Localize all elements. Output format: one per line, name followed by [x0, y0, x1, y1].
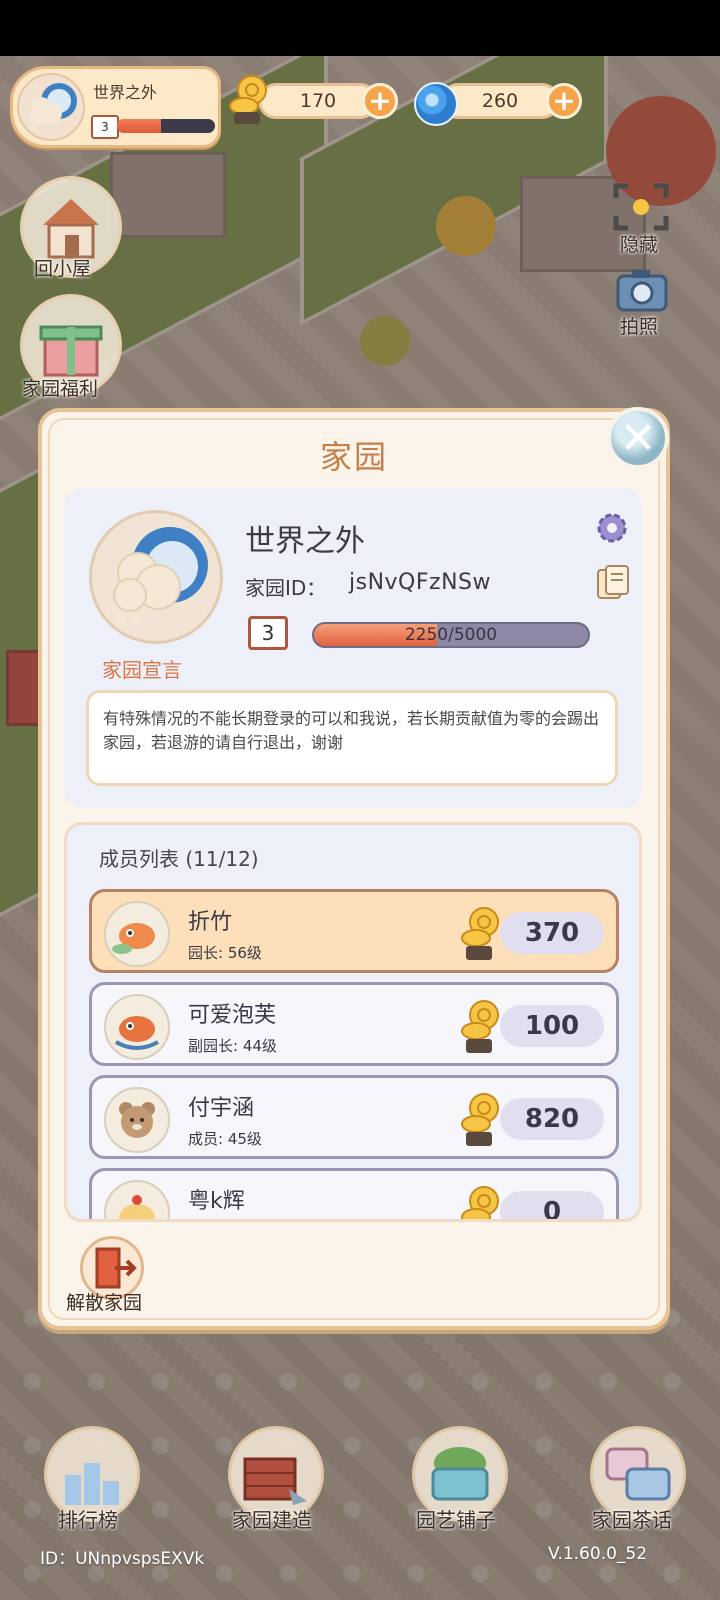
member-score-value: 100: [524, 1011, 580, 1041]
swirl-currency: 260: [440, 83, 560, 119]
hide-label: 隐藏: [620, 234, 659, 256]
photo-label: 拍照: [620, 316, 659, 338]
garden-id-value: jsNvQFzNSw: [349, 570, 491, 595]
member-score-value: 370: [524, 918, 580, 948]
member-row[interactable]: 折竹 园长: 56级 370: [89, 889, 619, 973]
member-score: 820: [500, 1098, 604, 1140]
user-id-text: ID：UNnpvspsEXVk: [40, 1549, 205, 1569]
frame-icon: [613, 183, 669, 231]
cloud-wave-icon: [113, 527, 208, 623]
swirl-gem-icon: [414, 82, 458, 126]
camera-icon: [616, 270, 668, 312]
snail-currency-value: 170: [299, 90, 337, 112]
member-list-header: 成员列表 (11/12): [99, 847, 259, 871]
member-row[interactable]: 粤k辉 0: [89, 1168, 619, 1222]
tea-chat-label: 家园茶话: [592, 1508, 672, 1532]
add-swirl-button[interactable]: +: [546, 83, 582, 119]
home-label: 回小屋: [34, 258, 92, 280]
hud-level: 3: [101, 120, 109, 134]
welfare-label: 家园福利: [22, 378, 99, 400]
koi-avatar: [104, 994, 170, 1060]
manifesto-text: 有特殊情况的不能长期登录的可以和我说，若长期贡献值为零的会踢出家园，若退游的请自…: [86, 690, 618, 786]
copy-id-icon[interactable]: [596, 564, 630, 602]
build-label: 家园建造: [232, 1508, 312, 1532]
member-score: 370: [500, 912, 604, 954]
garden-avatar: [17, 73, 85, 141]
member-row[interactable]: 可爱泡芙 副园长: 44级 100: [89, 982, 619, 1066]
garden-id-label: 家园ID：: [245, 576, 327, 600]
panel-title: 家园: [319, 438, 388, 476]
ranking-label: 排行榜: [58, 1508, 118, 1532]
member-score: 100: [500, 1005, 604, 1047]
garden-progress-bar: 2250/5000: [312, 622, 590, 648]
garden-name: 世界之外: [245, 524, 365, 559]
garden-info-card: 世界之外 家园ID： jsNvQFzNSw 3 2250/5000 家园宣言 有…: [64, 488, 642, 808]
settings-gear-icon[interactable]: [594, 510, 630, 546]
dissolve-garden-label: 解散家园: [66, 1292, 143, 1314]
member-role: 成员: 45级: [188, 1130, 262, 1148]
manifesto-label: 家园宣言: [102, 658, 182, 682]
version-text: V.1.60.0_52: [548, 1544, 648, 1564]
garden-emblem[interactable]: [89, 510, 223, 644]
garden-level: 3: [261, 621, 275, 645]
member-name: 可爱泡芙: [188, 1003, 277, 1028]
garden-level-icon: 3: [248, 616, 288, 650]
house-level-icon: 3: [91, 115, 119, 139]
member-name: 付宇涵: [188, 1096, 255, 1121]
member-role: 园长: 56级: [188, 944, 262, 962]
garden-profile-badge[interactable]: 世界之外 3: [10, 66, 221, 148]
member-name: 折竹: [188, 910, 233, 935]
golden-snail-icon: [460, 1088, 502, 1150]
photo-button[interactable]: [612, 266, 672, 314]
close-button[interactable]: ✕: [607, 407, 669, 469]
golden-snail-icon: [460, 995, 502, 1057]
bear-avatar: [104, 1087, 170, 1153]
hud-progress-bar: [117, 119, 215, 133]
golden-snail-icon: [460, 902, 502, 964]
hud-progress-fill: [117, 119, 162, 133]
member-score-value: 0: [542, 1197, 562, 1222]
hud-garden-name: 世界之外: [93, 83, 158, 102]
member-row[interactable]: 付宇涵 成员: 45级 820: [89, 1075, 619, 1159]
close-icon: ✕: [619, 412, 657, 464]
cloud-wave-icon: [29, 83, 77, 130]
member-list: 成员列表 (11/12) 折竹 园长: 56级 370 可爱泡芙 副园长: 44…: [64, 822, 642, 1222]
swirl-currency-value: 260: [481, 90, 519, 112]
member-score-value: 820: [524, 1104, 580, 1134]
gardening-shop-label: 园艺铺子: [416, 1508, 496, 1532]
member-role: 副园长: 44级: [188, 1037, 277, 1055]
hide-button[interactable]: [612, 182, 670, 232]
pudding-avatar: [104, 1180, 170, 1219]
golden-snail-icon: [460, 1181, 502, 1219]
koi-avatar: [104, 901, 170, 967]
garden-progress-text: 2250/5000: [404, 625, 498, 645]
member-score: 0: [500, 1191, 604, 1222]
member-name: 粤k辉: [188, 1189, 245, 1214]
golden-snail-icon: [228, 70, 270, 124]
snail-currency: 170: [258, 83, 378, 119]
add-snail-button[interactable]: +: [362, 83, 398, 119]
